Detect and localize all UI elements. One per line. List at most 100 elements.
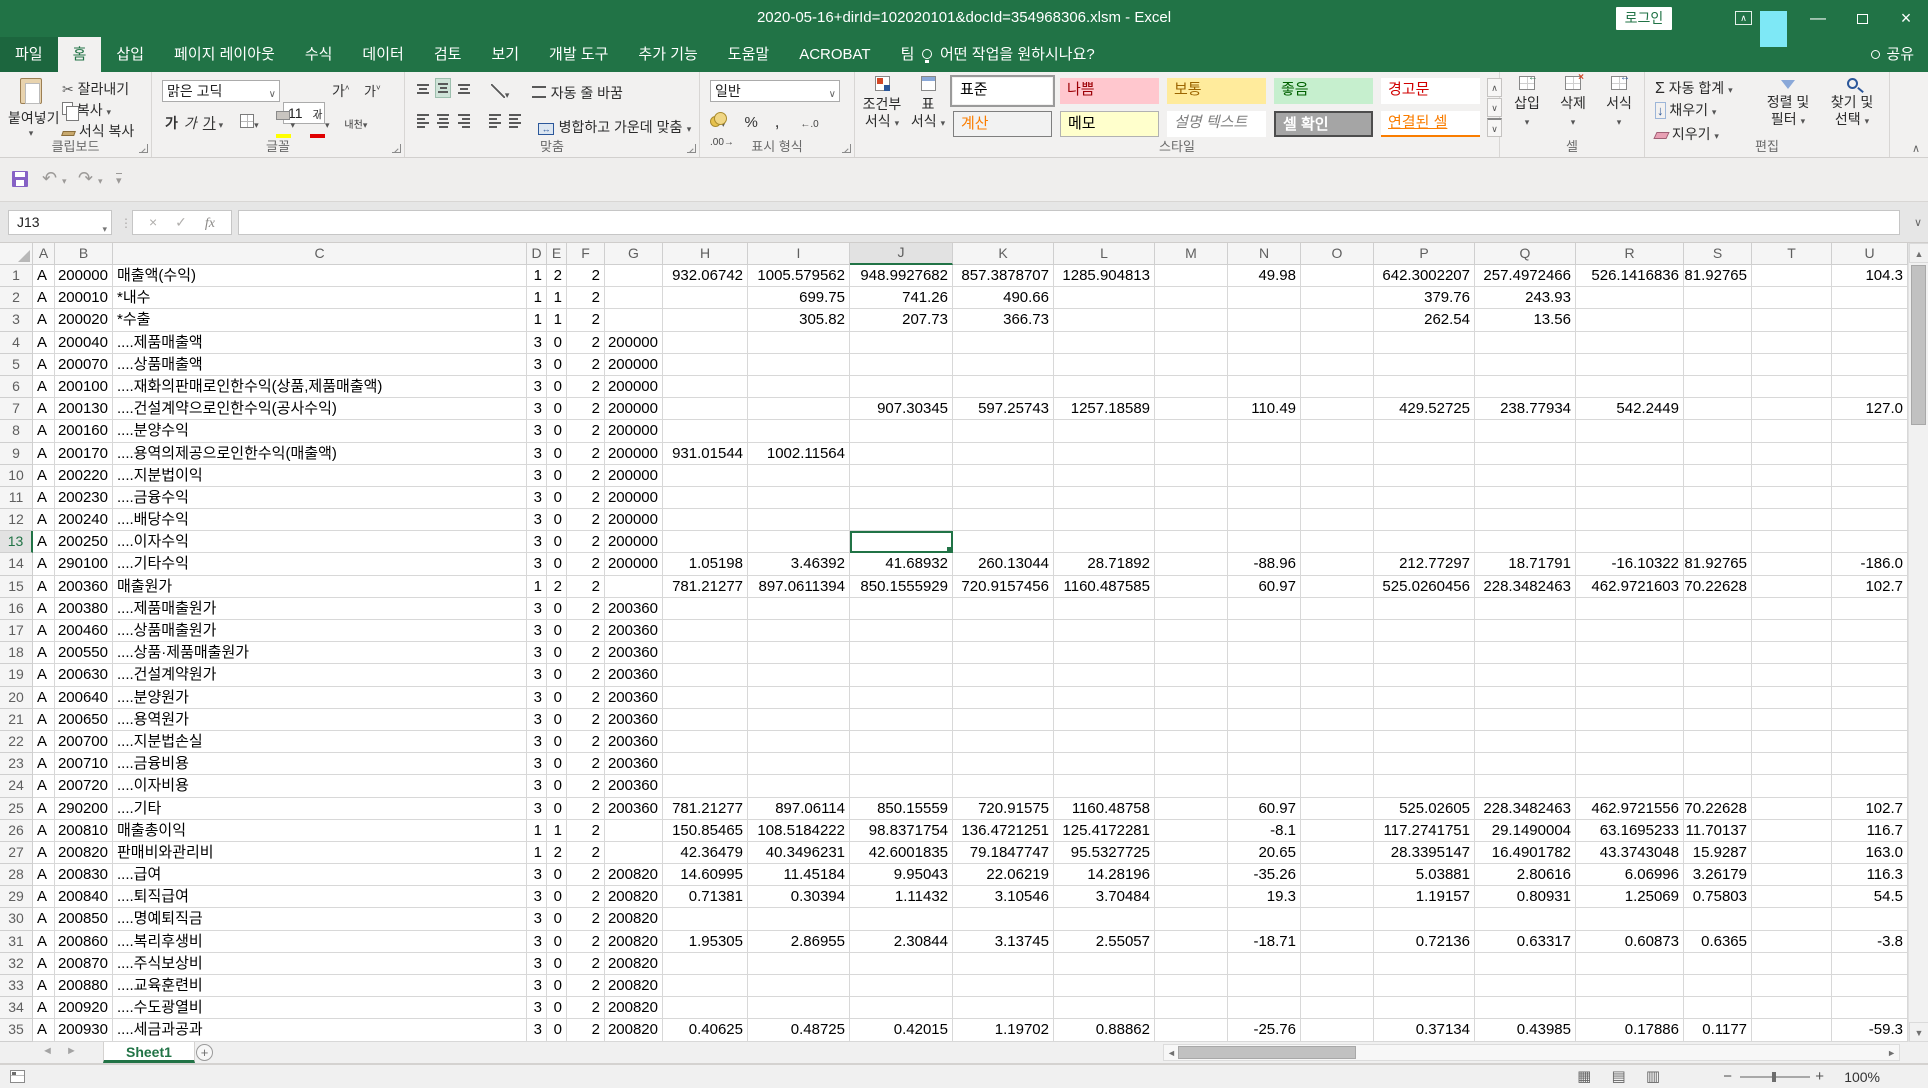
cell-Q9[interactable] [1475,443,1576,465]
cell-G27[interactable] [605,842,663,864]
cell-G31[interactable]: 200820 [605,931,663,953]
cell-I15[interactable]: 897.0611394 [748,576,850,598]
cell-J12[interactable] [850,509,953,531]
cell-S7[interactable] [1684,398,1752,420]
cell-O6[interactable] [1301,376,1374,398]
redo-caret-icon[interactable]: ▾ [98,176,103,187]
cell-T19[interactable] [1752,664,1832,686]
cell-A13[interactable]: A [33,531,55,553]
cell-U3[interactable] [1832,309,1908,331]
cell-L31[interactable]: 2.55057 [1054,931,1155,953]
cell-E2[interactable]: 1 [547,287,567,309]
cell-H35[interactable]: 0.40625 [663,1019,748,1041]
cell-L26[interactable]: 125.4172281 [1054,820,1155,842]
cell-C14[interactable]: ....기타수익 [113,553,527,575]
cell-I30[interactable] [748,908,850,930]
ribbon-tab-acrobat[interactable]: ACROBAT [784,37,885,72]
cell-O31[interactable] [1301,931,1374,953]
cell-A1[interactable]: A [33,265,55,287]
cell-B12[interactable]: 200240 [55,509,113,531]
cell-A28[interactable]: A [33,864,55,886]
cell-G19[interactable]: 200360 [605,664,663,686]
cell-F16[interactable]: 2 [567,598,605,620]
cell-P3[interactable]: 262.54 [1374,309,1475,331]
cell-S6[interactable] [1684,376,1752,398]
cell-M31[interactable] [1155,931,1228,953]
cell-O3[interactable] [1301,309,1374,331]
share-button[interactable]: 공유 [1871,37,1914,72]
cell-I11[interactable] [748,487,850,509]
cell-K17[interactable] [953,620,1054,642]
cell-F12[interactable]: 2 [567,509,605,531]
cell-I32[interactable] [748,953,850,975]
cell-D9[interactable]: 3 [527,443,547,465]
row-header-15[interactable]: 15 [0,576,33,598]
cell-G28[interactable]: 200820 [605,864,663,886]
cell-B24[interactable]: 200720 [55,775,113,797]
cell-B11[interactable]: 200230 [55,487,113,509]
cell-U31[interactable]: -3.8 [1832,931,1908,953]
cell-J18[interactable] [850,642,953,664]
cell-R1[interactable]: 526.1416836 [1576,265,1684,287]
cell-T23[interactable] [1752,753,1832,775]
cell-H8[interactable] [663,420,748,442]
col-header-I[interactable]: I [748,243,850,265]
cell-E30[interactable]: 0 [547,908,567,930]
percent-style-button[interactable]: % [744,114,757,131]
cell-C8[interactable]: ....분양수익 [113,420,527,442]
cell-B35[interactable]: 200930 [55,1019,113,1041]
cell-Q12[interactable] [1475,509,1576,531]
cell-C30[interactable]: ....명예퇴직금 [113,908,527,930]
cell-I23[interactable] [748,753,850,775]
cell-J27[interactable]: 42.6001835 [850,842,953,864]
cell-H23[interactable] [663,753,748,775]
style-chip-calculation[interactable]: 계산 [953,111,1052,137]
col-header-E[interactable]: E [547,243,567,265]
cell-P6[interactable] [1374,376,1475,398]
cell-R13[interactable] [1576,531,1684,553]
row-header-22[interactable]: 22 [0,731,33,753]
cell-R9[interactable] [1576,443,1684,465]
cell-G4[interactable]: 200000 [605,332,663,354]
cell-N25[interactable]: 60.97 [1228,798,1301,820]
cell-O13[interactable] [1301,531,1374,553]
cell-F33[interactable]: 2 [567,975,605,997]
cell-O27[interactable] [1301,842,1374,864]
cell-D4[interactable]: 3 [527,332,547,354]
fill-color-button[interactable] [276,111,291,138]
cell-N20[interactable] [1228,687,1301,709]
row-header-11[interactable]: 11 [0,487,33,509]
cell-U32[interactable] [1832,953,1908,975]
cell-E13[interactable]: 0 [547,531,567,553]
cell-Q7[interactable]: 238.77934 [1475,398,1576,420]
cell-O21[interactable] [1301,709,1374,731]
cell-J22[interactable] [850,731,953,753]
cell-G20[interactable]: 200360 [605,687,663,709]
cell-F2[interactable]: 2 [567,287,605,309]
row-header-33[interactable]: 33 [0,975,33,997]
cell-M20[interactable] [1155,687,1228,709]
cell-H11[interactable] [663,487,748,509]
cell-R15[interactable]: 462.9721603 [1576,576,1684,598]
cell-U17[interactable] [1832,620,1908,642]
cell-N16[interactable] [1228,598,1301,620]
cell-D6[interactable]: 3 [527,376,547,398]
cell-J4[interactable] [850,332,953,354]
cell-H20[interactable] [663,687,748,709]
cell-K30[interactable] [953,908,1054,930]
cell-R27[interactable]: 43.3743048 [1576,842,1684,864]
cell-P28[interactable]: 5.03881 [1374,864,1475,886]
cell-S17[interactable] [1684,620,1752,642]
cell-R30[interactable] [1576,908,1684,930]
row-header-20[interactable]: 20 [0,687,33,709]
cell-K15[interactable]: 720.9157456 [953,576,1054,598]
cell-H12[interactable] [663,509,748,531]
cell-C7[interactable]: ....건설계약으로인한수익(공사수익) [113,398,527,420]
style-chip-explanatory[interactable]: 설명 텍스트 [1167,111,1266,137]
cell-J9[interactable] [850,443,953,465]
cell-S12[interactable] [1684,509,1752,531]
cell-U8[interactable] [1832,420,1908,442]
cell-K33[interactable] [953,975,1054,997]
cell-J30[interactable] [850,908,953,930]
cell-I25[interactable]: 897.06114 [748,798,850,820]
